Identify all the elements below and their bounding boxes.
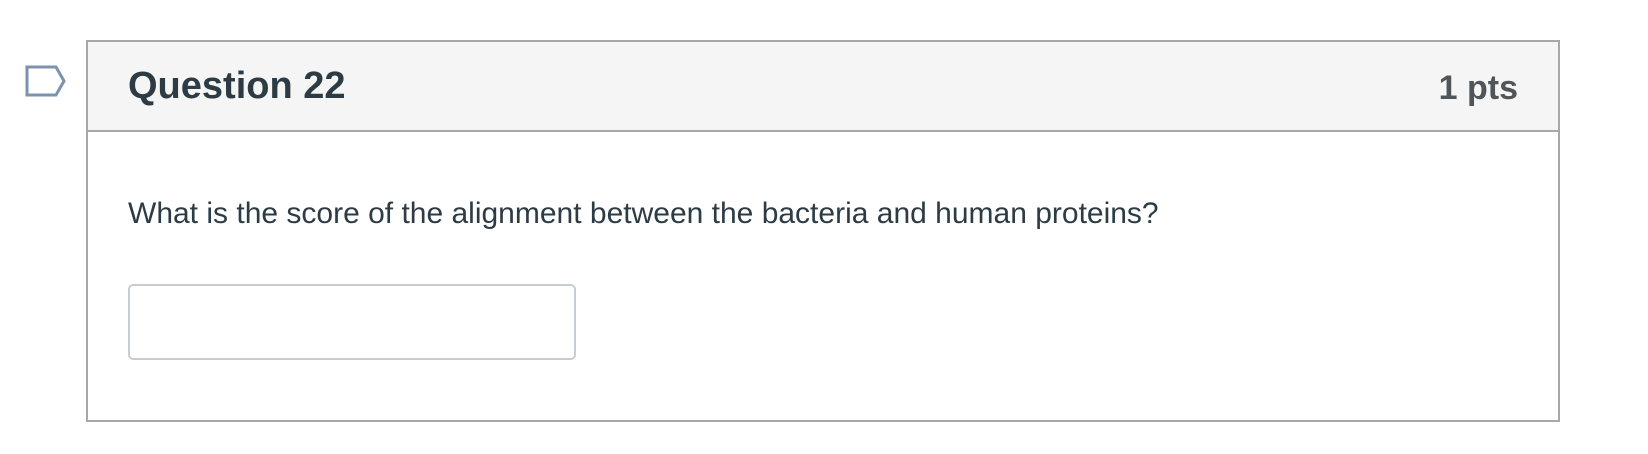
question-text: What is the score of the alignment betwe… bbox=[128, 197, 1159, 230]
question-body: What is the score of the alignment betwe… bbox=[88, 132, 1558, 420]
question-card: Question 22 1 pts What is the score of t… bbox=[86, 40, 1560, 422]
flag-question-icon[interactable] bbox=[24, 64, 70, 104]
question-points: 1 pts bbox=[1438, 69, 1518, 107]
question-title: Question 22 bbox=[128, 65, 346, 107]
answer-input[interactable] bbox=[128, 284, 576, 360]
question-header: Question 22 1 pts bbox=[88, 42, 1558, 132]
